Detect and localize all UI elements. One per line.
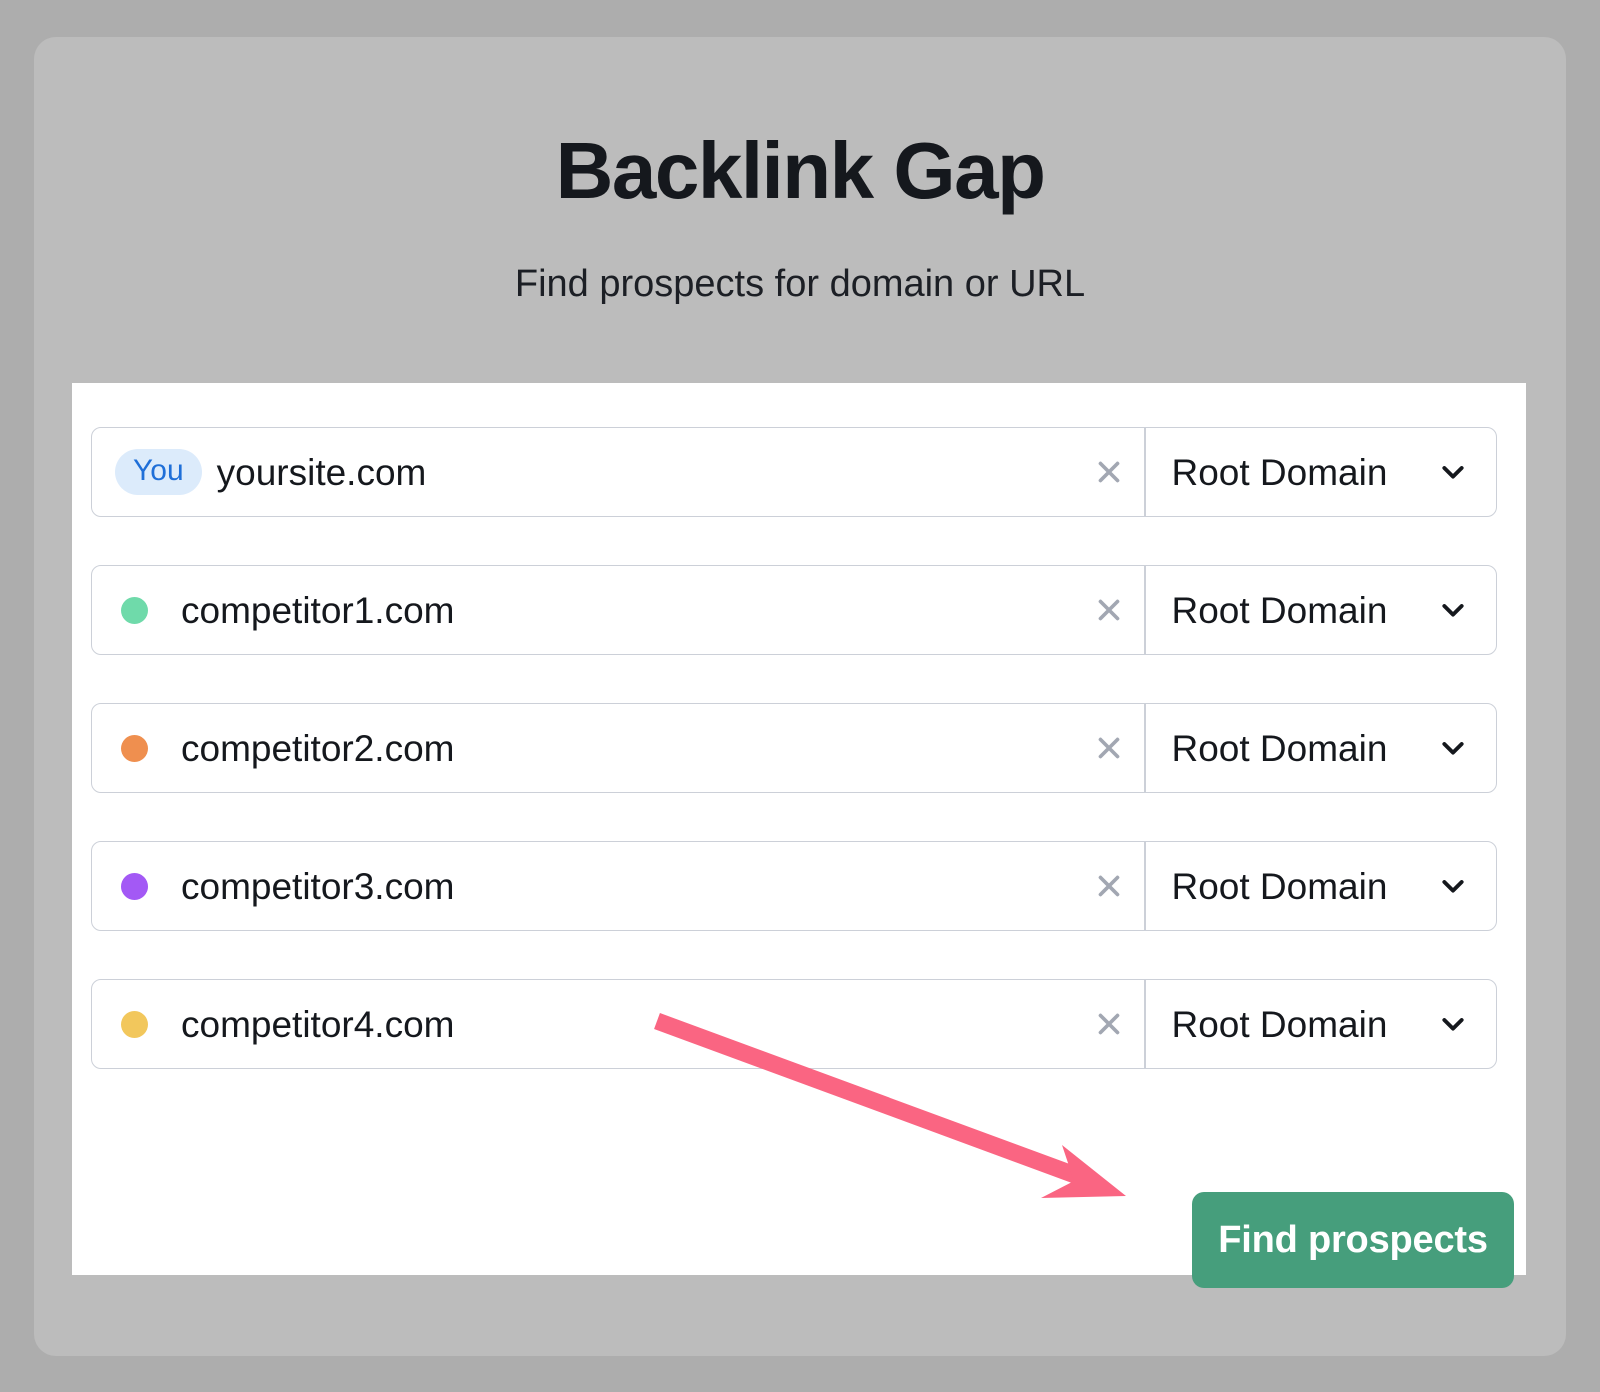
domain-input-3[interactable]: competitor3.com bbox=[92, 842, 1144, 930]
domain-row-4: competitor4.com Root Domain bbox=[91, 979, 1497, 1069]
chevron-down-icon[interactable] bbox=[1437, 594, 1469, 626]
match-type-select-3[interactable]: Root Domain bbox=[1146, 842, 1497, 930]
match-type-select-4[interactable]: Root Domain bbox=[1146, 980, 1497, 1068]
domain-value-0: yoursite.com bbox=[217, 454, 427, 491]
close-icon[interactable] bbox=[1092, 1007, 1126, 1041]
domain-input-4[interactable]: competitor4.com bbox=[92, 980, 1144, 1068]
close-icon[interactable] bbox=[1092, 869, 1126, 903]
match-type-value-2: Root Domain bbox=[1172, 730, 1388, 767]
chevron-down-icon[interactable] bbox=[1437, 870, 1469, 902]
page-subtitle: Find prospects for domain or URL bbox=[34, 265, 1566, 303]
you-badge: You bbox=[115, 449, 202, 495]
series-color-dot-4 bbox=[121, 1011, 148, 1038]
domain-row-3: competitor3.com Root Domain bbox=[91, 841, 1497, 931]
match-type-value-3: Root Domain bbox=[1172, 868, 1388, 905]
domain-row-2: competitor2.com Root Domain bbox=[91, 703, 1497, 793]
domain-input-2[interactable]: competitor2.com bbox=[92, 704, 1144, 792]
match-type-value-4: Root Domain bbox=[1172, 1006, 1388, 1043]
page-title: Backlink Gap bbox=[34, 131, 1566, 211]
domain-value-3: competitor3.com bbox=[181, 868, 455, 905]
series-color-dot-2 bbox=[121, 735, 148, 762]
domain-input-0[interactable]: You yoursite.com bbox=[92, 428, 1144, 516]
match-type-value-1: Root Domain bbox=[1172, 592, 1388, 629]
chevron-down-icon[interactable] bbox=[1437, 456, 1469, 488]
domain-row-1: competitor1.com Root Domain bbox=[91, 565, 1497, 655]
outer-card: Backlink Gap Find prospects for domain o… bbox=[34, 37, 1566, 1356]
series-color-dot-3 bbox=[121, 873, 148, 900]
close-icon[interactable] bbox=[1092, 731, 1126, 765]
chevron-down-icon[interactable] bbox=[1437, 1008, 1469, 1040]
match-type-select-0[interactable]: Root Domain bbox=[1146, 428, 1497, 516]
search-panel: You yoursite.com Root Domain bbox=[72, 383, 1526, 1275]
close-icon[interactable] bbox=[1092, 593, 1126, 627]
close-icon[interactable] bbox=[1092, 455, 1126, 489]
match-type-value-0: Root Domain bbox=[1172, 454, 1388, 491]
find-prospects-button[interactable]: Find prospects bbox=[1192, 1192, 1514, 1288]
chevron-down-icon[interactable] bbox=[1437, 732, 1469, 764]
domain-value-4: competitor4.com bbox=[181, 1006, 455, 1043]
domain-value-1: competitor1.com bbox=[181, 592, 455, 629]
match-type-select-1[interactable]: Root Domain bbox=[1146, 566, 1497, 654]
domain-row-0: You yoursite.com Root Domain bbox=[91, 427, 1497, 517]
series-color-dot-1 bbox=[121, 597, 148, 624]
match-type-select-2[interactable]: Root Domain bbox=[1146, 704, 1497, 792]
domain-value-2: competitor2.com bbox=[181, 730, 455, 767]
domain-input-1[interactable]: competitor1.com bbox=[92, 566, 1144, 654]
